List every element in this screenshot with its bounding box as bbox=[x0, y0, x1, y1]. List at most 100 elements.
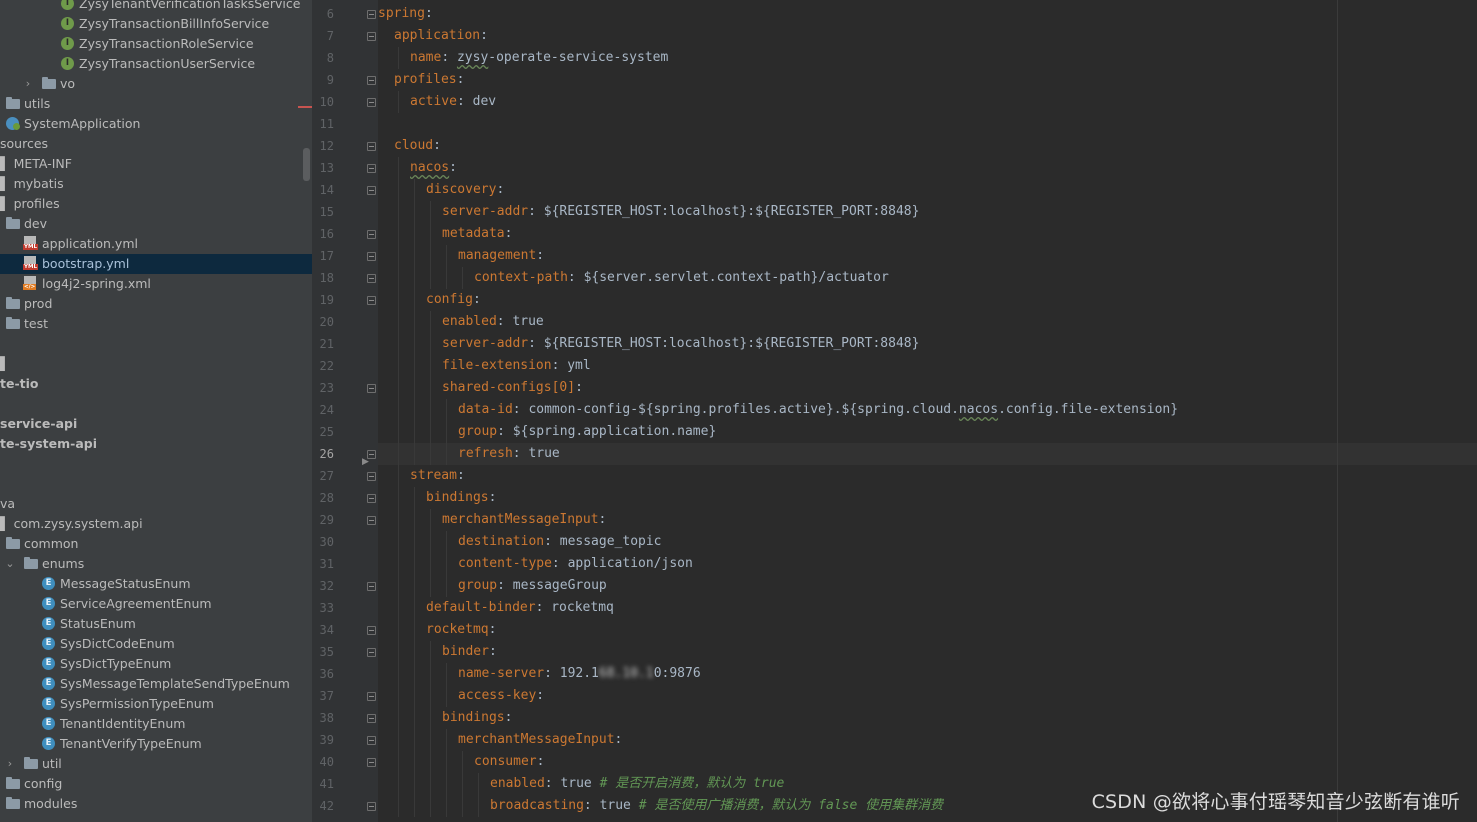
fold-toggle-icon[interactable] bbox=[367, 648, 376, 657]
tree-row-sys-dict-type-enum[interactable]: E SysDictTypeEnum bbox=[0, 654, 312, 674]
code-line-27[interactable]: stream: bbox=[378, 465, 1477, 487]
code-line-39[interactable]: merchantMessageInput: bbox=[378, 729, 1477, 751]
code-line-30[interactable]: destination: message_topic bbox=[378, 531, 1477, 553]
tree-row-service-agreement-enum[interactable]: E ServiceAgreementEnum bbox=[0, 594, 312, 614]
code-line-13[interactable]: nacos: bbox=[378, 157, 1477, 179]
tree-row-zysy-tenant-verification-tasks-service[interactable]: I ZysyTenantVerificationTasksService bbox=[0, 0, 312, 14]
code-line-15[interactable]: server-addr: ${REGISTER_HOST:localhost}:… bbox=[378, 201, 1477, 223]
tree-scrollbar-thumb[interactable] bbox=[303, 148, 310, 181]
tree-row-com-zysy-system-api[interactable]: ▌ com.zysy.system.api bbox=[0, 514, 312, 534]
code-line-14[interactable]: discovery: bbox=[378, 179, 1477, 201]
tree-row-zysy-transaction-user-service[interactable]: I ZysyTransactionUserService bbox=[0, 54, 312, 74]
tree-row-test[interactable]: test bbox=[0, 314, 312, 334]
fold-toggle-icon[interactable] bbox=[367, 494, 376, 503]
fold-toggle-icon[interactable] bbox=[367, 582, 376, 591]
tree-row-vo[interactable]: › vo bbox=[0, 74, 312, 94]
fold-toggle-icon[interactable] bbox=[367, 384, 376, 393]
tree-row-tenant-verify-type-enum[interactable]: E TenantVerifyTypeEnum bbox=[0, 734, 312, 754]
fold-toggle-icon[interactable] bbox=[367, 296, 376, 305]
chevron-right-icon[interactable]: › bbox=[5, 754, 15, 774]
code-line-17[interactable]: management: bbox=[378, 245, 1477, 267]
tree-row-sources[interactable]: sources bbox=[0, 134, 312, 154]
code-line-40[interactable]: consumer: bbox=[378, 751, 1477, 773]
fold-toggle-icon[interactable] bbox=[367, 142, 376, 151]
tree-row-utils[interactable]: utils bbox=[0, 94, 312, 114]
code-line-24[interactable]: data-id: common-config-${spring.profiles… bbox=[378, 399, 1477, 421]
fold-toggle-icon[interactable] bbox=[367, 186, 376, 195]
tree-row-tenant-identity-enum[interactable]: E TenantIdentityEnum bbox=[0, 714, 312, 734]
code-line-10[interactable]: active: dev bbox=[378, 91, 1477, 113]
tree-row-te-system-api[interactable]: te-system-api bbox=[0, 434, 312, 454]
tree-row-bootstrap-yml[interactable]: bootstrap.yml bbox=[0, 254, 312, 274]
code-line-7[interactable]: application: bbox=[378, 25, 1477, 47]
tree-row-application-yml[interactable]: application.yml bbox=[0, 234, 312, 254]
tree-row-va[interactable]: va bbox=[0, 494, 312, 514]
fold-toggle-icon[interactable] bbox=[367, 802, 376, 811]
fold-toggle-icon[interactable] bbox=[367, 758, 376, 767]
tree-row-zysy-transaction-bill-info-service[interactable]: I ZysyTransactionBillInfoService bbox=[0, 14, 312, 34]
code-line-19[interactable]: config: bbox=[378, 289, 1477, 311]
chevron-right-icon[interactable]: › bbox=[23, 74, 33, 94]
fold-toggle-icon[interactable] bbox=[367, 472, 376, 481]
tree-row-log4j2-spring-xml[interactable]: log4j2-spring.xml bbox=[0, 274, 312, 294]
fold-toggle-icon[interactable] bbox=[367, 516, 376, 525]
tree-row-system-application[interactable]: SystemApplication bbox=[0, 114, 312, 134]
tree-row-dev[interactable]: dev bbox=[0, 214, 312, 234]
tree-row-blank-4[interactable] bbox=[0, 474, 312, 494]
tree-row-status-enum[interactable]: E StatusEnum bbox=[0, 614, 312, 634]
fold-toggle-icon[interactable] bbox=[367, 626, 376, 635]
tree-row-sys-permission-type-enum[interactable]: E SysPermissionTypeEnum bbox=[0, 694, 312, 714]
code-line-32[interactable]: group: messageGroup bbox=[378, 575, 1477, 597]
tree-row-blank-3[interactable] bbox=[0, 454, 312, 474]
fold-toggle-icon[interactable] bbox=[367, 692, 376, 701]
code-line-29[interactable]: merchantMessageInput: bbox=[378, 509, 1477, 531]
tree-row-meta-inf[interactable]: ▌ META-INF bbox=[0, 154, 312, 174]
code-line-23[interactable]: shared-configs[0]: bbox=[378, 377, 1477, 399]
tree-row-enums[interactable]: ⌄ enums bbox=[0, 554, 312, 574]
tree-row-profiles[interactable]: ▌ profiles bbox=[0, 194, 312, 214]
tree-row-blank-1[interactable] bbox=[0, 334, 312, 354]
code-line-38[interactable]: bindings: bbox=[378, 707, 1477, 729]
code-editor[interactable]: 6 7 8 9 10 11 12 13 14 15 16 17 18 19 20 21 22 23 24 25 26 27… bbox=[312, 0, 1477, 822]
code-line-8[interactable]: name: zysy-operate-service-system bbox=[378, 47, 1477, 69]
code-line-18[interactable]: context-path: ${server.servlet.context-p… bbox=[378, 267, 1477, 289]
fold-toggle-icon[interactable] bbox=[367, 98, 376, 107]
tree-row-util[interactable]: › util bbox=[0, 754, 312, 774]
tree-row-message-status-enum[interactable]: E MessageStatusEnum bbox=[0, 574, 312, 594]
tree-row-blank-2[interactable] bbox=[0, 394, 312, 414]
code-line-21[interactable]: server-addr: ${REGISTER_HOST:localhost}:… bbox=[378, 333, 1477, 355]
tree-row-zysy-transaction-role-service[interactable]: I ZysyTransactionRoleService bbox=[0, 34, 312, 54]
tree-row-sys-dict-code-enum[interactable]: E SysDictCodeEnum bbox=[0, 634, 312, 654]
code-line-12[interactable]: cloud: bbox=[378, 135, 1477, 157]
code-line-16[interactable]: metadata: bbox=[378, 223, 1477, 245]
code-line-28[interactable]: bindings: bbox=[378, 487, 1477, 509]
code-line-6[interactable]: spring: bbox=[378, 3, 1477, 25]
code-line-36[interactable]: name-server: 192.168.10.10:9876 bbox=[378, 663, 1477, 685]
fold-toggle-icon[interactable] bbox=[367, 164, 376, 173]
fold-toggle-icon[interactable] bbox=[367, 230, 376, 239]
code-line-34[interactable]: rocketmq: bbox=[378, 619, 1477, 641]
fold-toggle-icon[interactable] bbox=[367, 76, 376, 85]
code-line-22[interactable]: file-extension: yml bbox=[378, 355, 1477, 377]
tree-row-config[interactable]: config bbox=[0, 774, 312, 794]
tree-row-mybatis[interactable]: ▌ mybatis bbox=[0, 174, 312, 194]
fold-toggle-icon[interactable] bbox=[367, 10, 376, 19]
code-line-25[interactable]: group: ${spring.application.name} bbox=[378, 421, 1477, 443]
tree-row-sys-message-template-send-type-enum[interactable]: E SysMessageTemplateSendTypeEnum bbox=[0, 674, 312, 694]
chevron-down-icon[interactable]: ⌄ bbox=[5, 554, 15, 574]
code-line-11[interactable] bbox=[378, 113, 1477, 135]
code-line-31[interactable]: content-type: application/json bbox=[378, 553, 1477, 575]
tree-row-common[interactable]: common bbox=[0, 534, 312, 554]
fold-toggle-icon[interactable] bbox=[367, 714, 376, 723]
fold-toggle-icon[interactable] bbox=[367, 252, 376, 261]
code-line-26[interactable]: refresh: true bbox=[378, 443, 1477, 465]
fold-toggle-icon[interactable] bbox=[367, 736, 376, 745]
fold-toggle-icon[interactable] bbox=[367, 32, 376, 41]
code-line-33[interactable]: default-binder: rocketmq bbox=[378, 597, 1477, 619]
fold-marker-icon[interactable]: ▶ bbox=[362, 457, 369, 467]
code-line-37[interactable]: access-key: bbox=[378, 685, 1477, 707]
fold-toggle-icon[interactable] bbox=[367, 274, 376, 283]
tree-row-edge-1[interactable]: ▌ bbox=[0, 354, 312, 374]
tree-row-modules[interactable]: modules bbox=[0, 794, 312, 814]
tree-row-te-tio[interactable]: te-tio bbox=[0, 374, 312, 394]
